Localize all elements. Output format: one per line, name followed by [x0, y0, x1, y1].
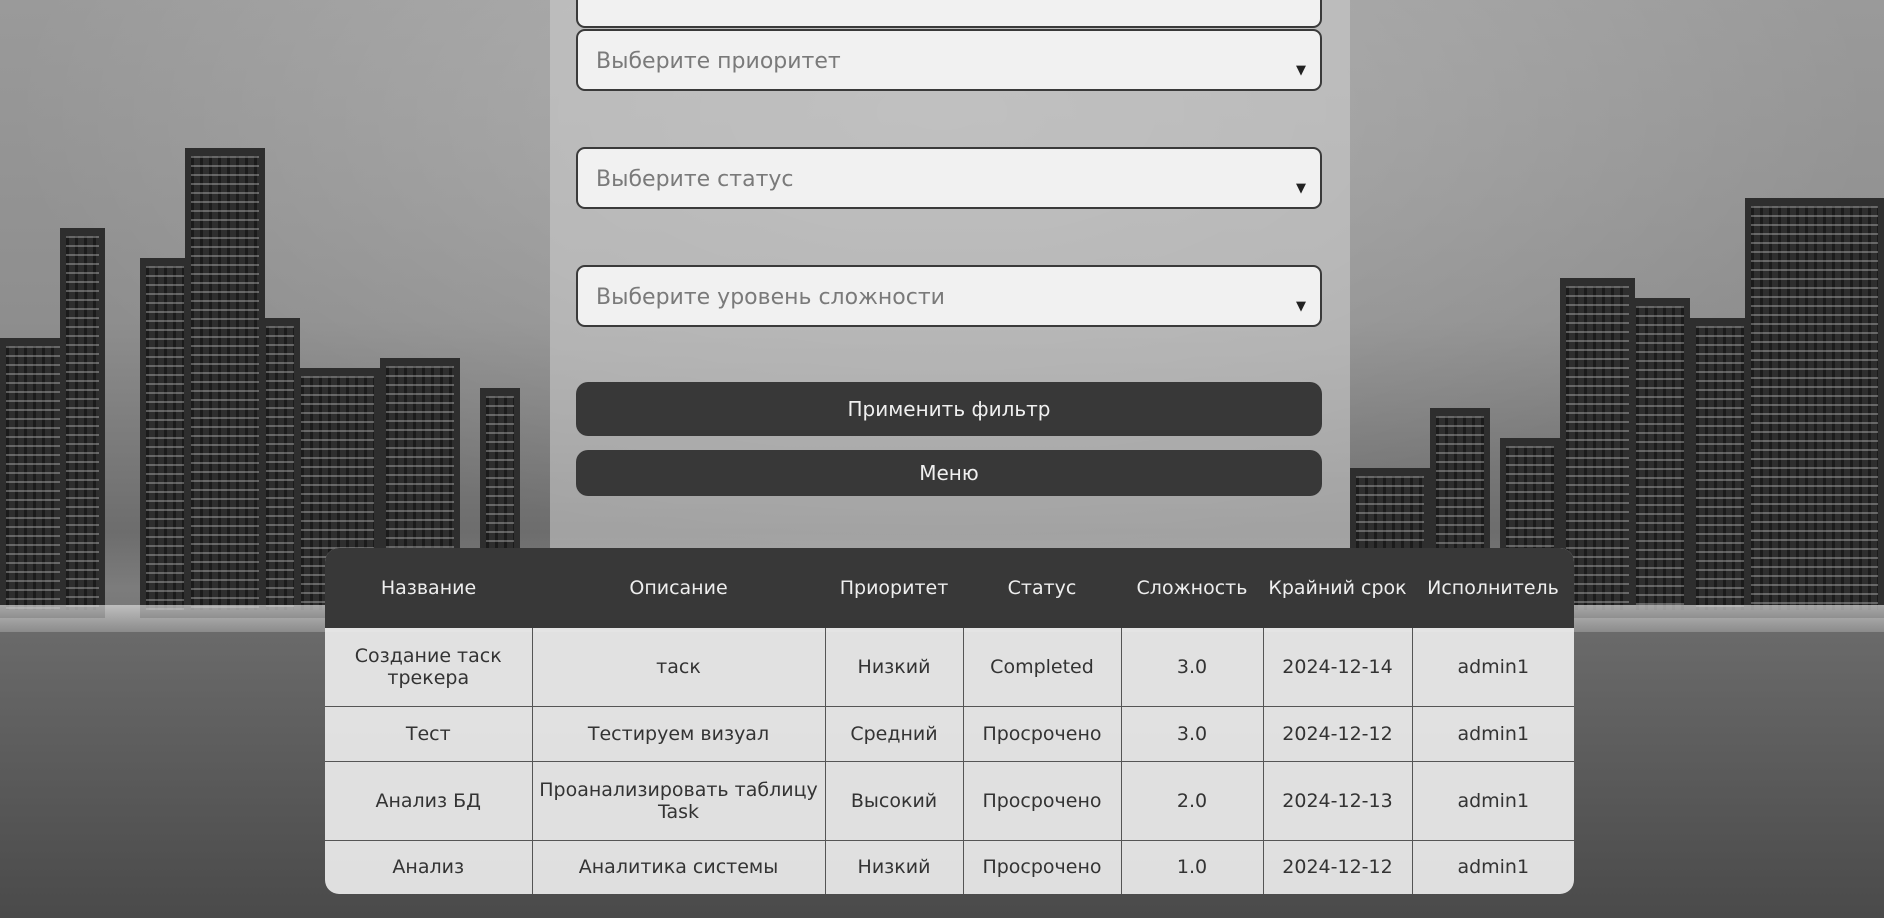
table-row[interactable]: Тест Тестируем визуал Средний Просрочено… [325, 705, 1574, 762]
apply-filter-button[interactable]: Применить фильтр [576, 382, 1322, 436]
priority-select[interactable]: Выберите приоритет ▼ [576, 29, 1322, 91]
header-assignee[interactable]: Исполнитель [1412, 548, 1574, 628]
header-priority[interactable]: Приоритет [825, 548, 963, 628]
difficulty-select-placeholder: Выберите уровень сложности [596, 285, 945, 310]
chevron-down-icon: ▼ [1296, 63, 1306, 78]
cell-priority: Высокий [824, 760, 964, 841]
cell-status: Просрочено [962, 839, 1122, 894]
cell-priority: Низкий [824, 839, 964, 894]
cell-assignee: admin1 [1411, 760, 1574, 841]
cell-deadline: 2024-12-14 [1262, 628, 1413, 707]
header-deadline[interactable]: Крайний срок [1263, 548, 1412, 628]
tasks-table-container: Название Описание Приоритет Статус Сложн… [325, 548, 1574, 894]
chevron-down-icon: ▼ [1296, 299, 1306, 314]
cell-name: Создание таск трекера [325, 628, 533, 707]
cell-priority: Средний [824, 705, 964, 762]
cell-assignee: admin1 [1411, 705, 1574, 762]
cell-description: таск [531, 628, 826, 707]
table-row[interactable]: Анализ БД Проанализировать таблицу Task … [325, 760, 1574, 841]
cell-assignee: admin1 [1411, 628, 1574, 707]
cell-deadline: 2024-12-12 [1262, 839, 1413, 894]
menu-button[interactable]: Меню [576, 450, 1322, 496]
cell-difficulty: 1.0 [1120, 839, 1264, 894]
cell-deadline: 2024-12-12 [1262, 705, 1413, 762]
header-description[interactable]: Описание [532, 548, 825, 628]
cell-status: Просрочено [962, 760, 1122, 841]
table-row[interactable]: Анализ Аналитика системы Низкий Просроче… [325, 839, 1574, 894]
status-select-placeholder: Выберите статус [596, 167, 794, 192]
table-row[interactable]: Создание таск трекера таск Низкий Comple… [325, 628, 1574, 707]
cell-difficulty: 3.0 [1120, 628, 1264, 707]
cell-assignee: admin1 [1411, 839, 1574, 894]
cell-description: Аналитика системы [531, 839, 826, 894]
chevron-down-icon: ▼ [1296, 181, 1306, 196]
cell-description: Тестируем визуал [531, 705, 826, 762]
header-difficulty[interactable]: Сложность [1121, 548, 1263, 628]
cell-status: Просрочено [962, 705, 1122, 762]
cell-name: Тест [325, 705, 533, 762]
cell-name: Анализ БД [325, 760, 533, 841]
cell-description: Проанализировать таблицу Task [531, 760, 826, 841]
cell-name: Анализ [325, 839, 533, 894]
priority-select-placeholder: Выберите приоритет [596, 49, 841, 74]
cell-difficulty: 3.0 [1120, 705, 1264, 762]
tasks-table: Название Описание Приоритет Статус Сложн… [325, 548, 1574, 894]
table-header-row: Название Описание Приоритет Статус Сложн… [325, 548, 1574, 628]
cell-status: Completed [962, 628, 1122, 707]
status-select[interactable]: Выберите статус ▼ [576, 147, 1322, 209]
filter-select-previous[interactable] [576, 0, 1322, 28]
difficulty-select[interactable]: Выберите уровень сложности ▼ [576, 265, 1322, 327]
cell-priority: Низкий [824, 628, 964, 707]
header-status[interactable]: Статус [963, 548, 1121, 628]
header-name[interactable]: Название [325, 548, 532, 628]
cell-difficulty: 2.0 [1120, 760, 1264, 841]
cell-deadline: 2024-12-13 [1262, 760, 1413, 841]
